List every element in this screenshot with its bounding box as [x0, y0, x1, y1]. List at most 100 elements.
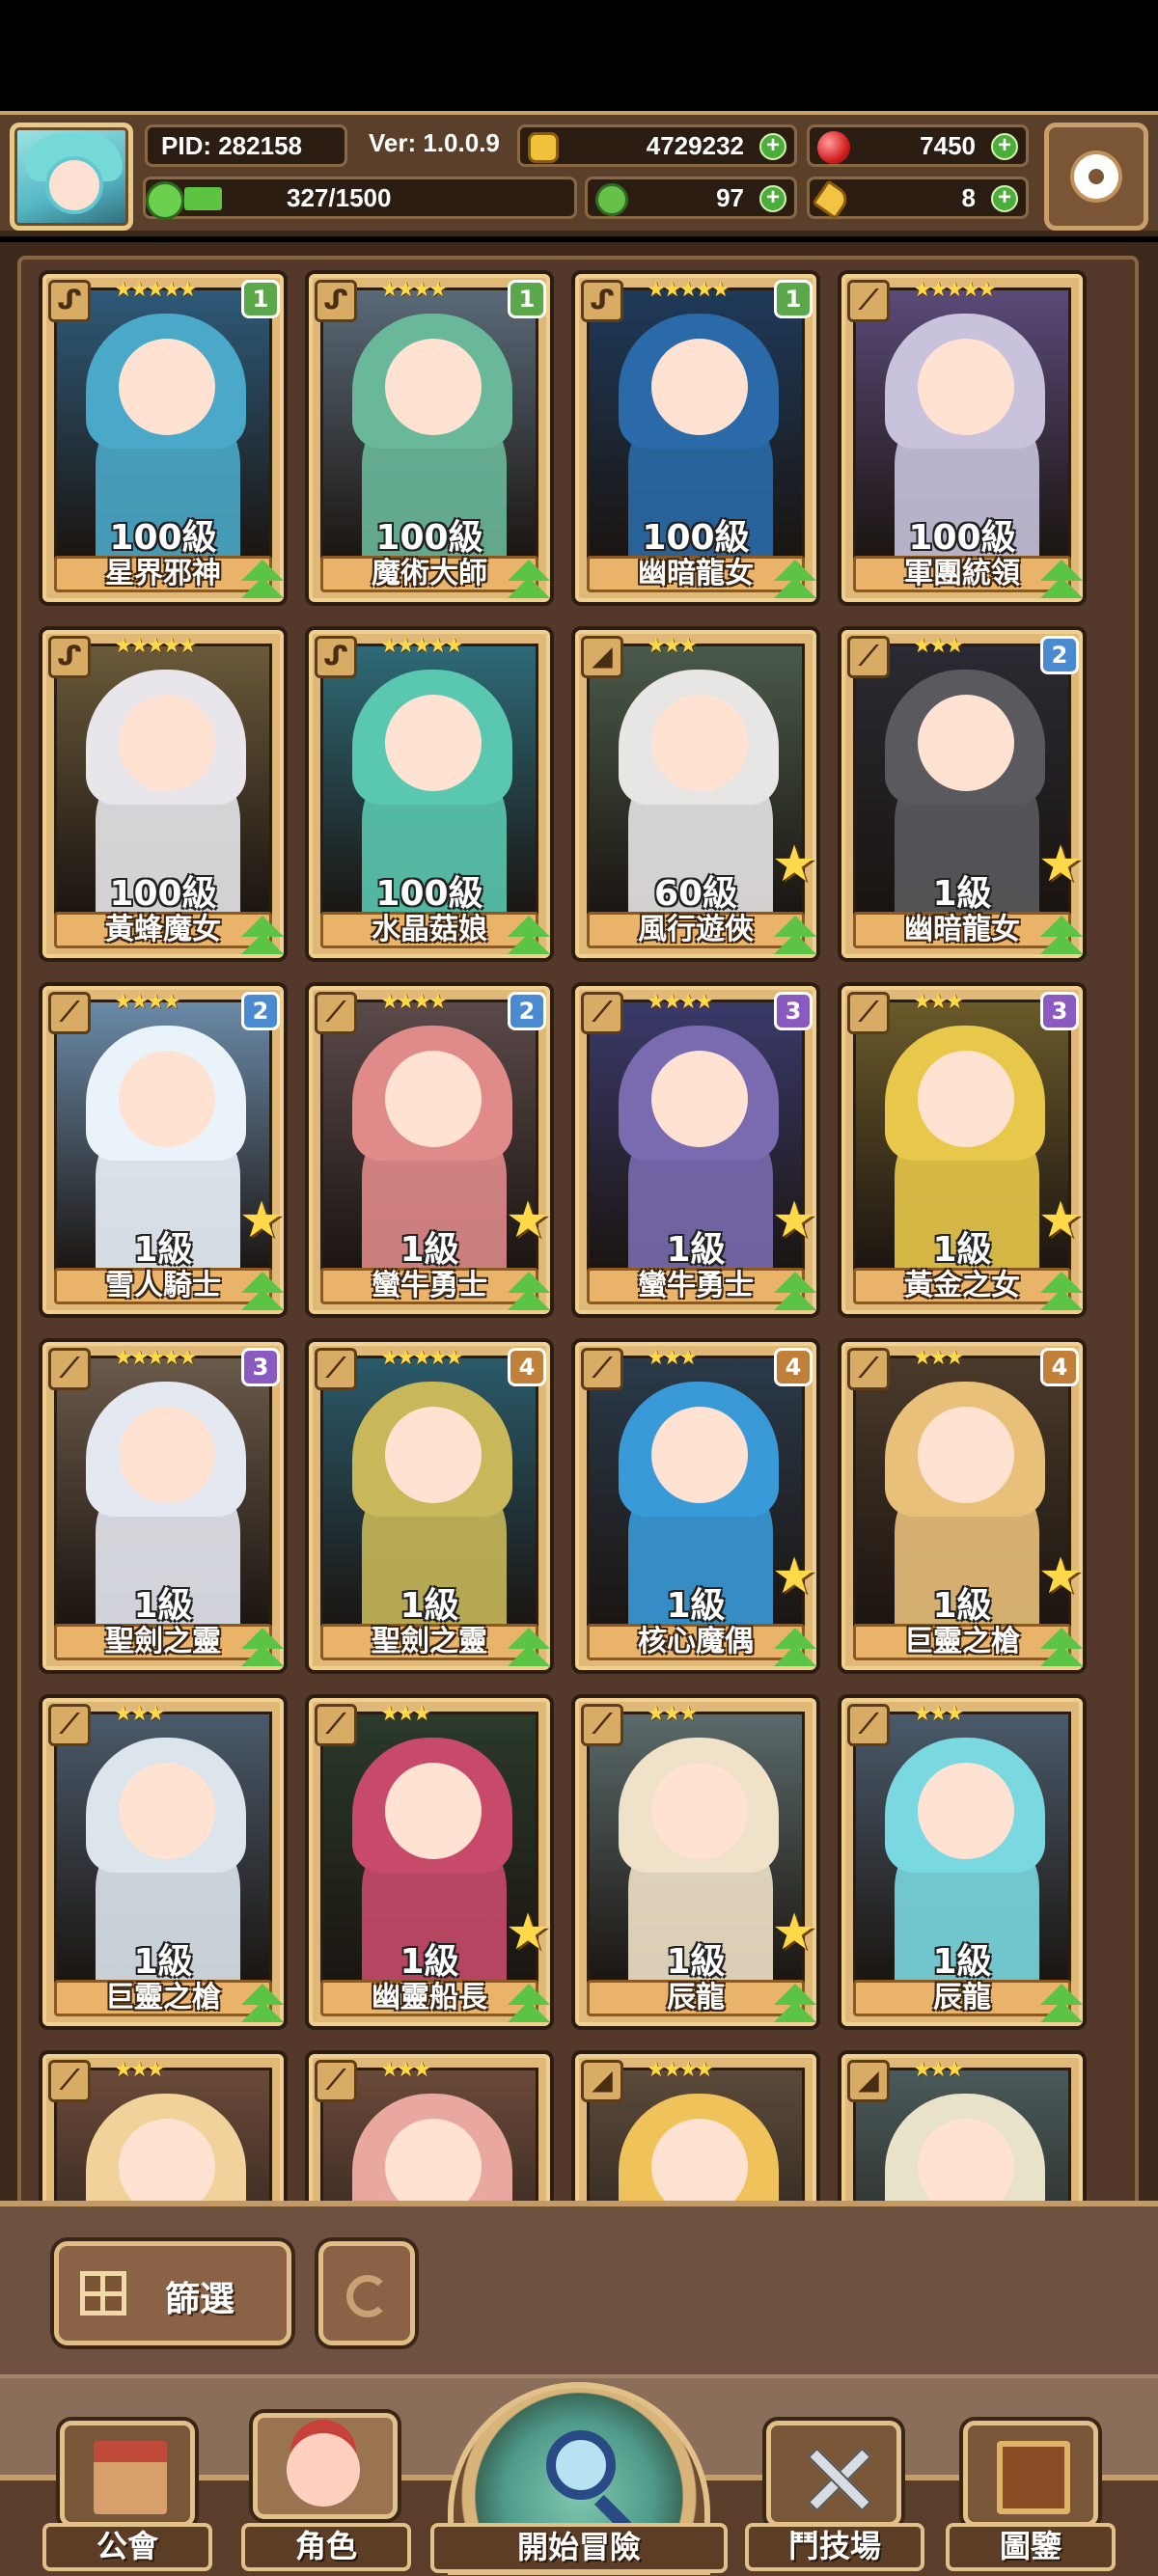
character-card[interactable]: ⟋ ★★★ 1級 辰龍 ★ — [575, 1698, 816, 2026]
player-header: PID: 282158 Ver: 1.0.0.9 4729232 + 7450 … — [0, 111, 1158, 236]
character-level: 100級 — [375, 518, 483, 558]
character-level: 100級 — [375, 874, 483, 914]
character-card[interactable]: ⟋ ★★★ 1級 辰龍 — [841, 1698, 1083, 2026]
magnifier-icon — [546, 2430, 616, 2500]
star-upgrade-icon: ★ — [771, 1904, 817, 1961]
character-face-icon — [287, 2433, 360, 2507]
portrait-face — [119, 1763, 215, 1859]
start-adventure-label[interactable]: 開始冒險 — [430, 2523, 728, 2573]
rarity-stars: ★★★★★ — [114, 278, 198, 302]
gem-value: 7450 — [920, 131, 976, 160]
level-up-arrow-icon — [770, 1272, 820, 1314]
pid-label: PID: 282158 — [161, 131, 302, 160]
portrait-face — [385, 695, 482, 791]
energy-value: 327/1500 — [287, 183, 392, 212]
rarity-stars: ★★★★★ — [380, 1346, 464, 1370]
rank-badge: 4 — [1040, 1348, 1079, 1386]
nav-role-button[interactable] — [253, 2413, 398, 2519]
character-card[interactable]: ᔑ ★★★★★ 1 100級 星界邪神 — [42, 274, 284, 602]
portrait-face — [651, 339, 748, 435]
portrait-face — [385, 1407, 482, 1503]
level-up-arrow-icon — [1036, 560, 1087, 602]
rarity-stars: ★★★★★ — [647, 278, 731, 302]
character-card[interactable]: ⟋ ★★★★ 2 1級 蠻牛勇士 ★ — [309, 986, 550, 1314]
nav-guild-label[interactable]: 公會 — [42, 2523, 212, 2571]
character-level: 100級 — [908, 518, 1016, 558]
rarity-stars: ★★★ — [380, 2058, 431, 2082]
character-card[interactable]: ⟋ ★★★ 3 1級 黃金之女 ★ — [841, 986, 1083, 1314]
character-card[interactable]: ⟋ ★★★ — [309, 2054, 550, 2201]
level-up-arrow-icon — [504, 560, 554, 602]
level-up-arrow-icon — [237, 1628, 288, 1670]
portrait-face — [918, 695, 1014, 791]
rarity-stars: ★★★★ — [647, 990, 714, 1014]
character-card[interactable]: ◢ ★★★ — [841, 2054, 1083, 2201]
portrait-face — [119, 1407, 215, 1503]
sword-icon: ⟋ — [48, 2060, 91, 2102]
level-up-arrow-icon — [504, 1984, 554, 2026]
character-card[interactable]: ᔑ ★★★★★ 1 100級 幽暗龍女 — [575, 274, 816, 602]
rank-badge: 2 — [508, 992, 546, 1030]
nav-codex-button[interactable] — [963, 2421, 1098, 2527]
character-grid-area[interactable]: ᔑ ★★★★★ 1 100級 星界邪神 ᔑ ★★★★ 1 100級 魔術大師 ᔑ ★★★★★ 1 100級… — [0, 242, 1158, 2201]
version-label: Ver: 1.0.0.9 — [369, 128, 500, 157]
character-card[interactable]: ⟋ ★★★★★ 4 1級 聖劍之靈 — [309, 1342, 550, 1670]
rank-badge: 4 — [774, 1348, 813, 1386]
key-counter: 8 + — [807, 177, 1029, 220]
character-card[interactable]: ⟋ ★★★ — [42, 2054, 284, 2201]
character-card[interactable]: ⟋ ★★★ 2 1級 幽暗龍女 ★ — [841, 630, 1083, 958]
key-icon — [812, 179, 852, 220]
level-up-arrow-icon — [770, 916, 820, 958]
character-card[interactable]: ᔑ ★★★★★ 100級 水晶菇娘 — [309, 630, 550, 958]
key-value: 8 — [961, 183, 976, 212]
nav-arena-button[interactable] — [766, 2421, 901, 2527]
add-gold-button[interactable]: + — [759, 133, 786, 160]
portrait-face — [651, 1763, 748, 1859]
character-card[interactable]: ⟋ ★★★★★ 100級 軍團統領 — [841, 274, 1083, 602]
add-clover-button[interactable]: + — [759, 185, 786, 212]
character-card[interactable]: ⟋ ★★★ 1級 幽靈船長 ★ — [309, 1698, 550, 2026]
level-up-arrow-icon — [1036, 1628, 1087, 1670]
filter-grid-icon — [80, 2271, 126, 2316]
character-card[interactable]: ⟋ ★★★★ 2 1級 雪人騎士 ★ — [42, 986, 284, 1314]
player-avatar[interactable] — [10, 123, 133, 231]
nav-codex-label[interactable]: 圖鑒 — [946, 2523, 1116, 2571]
character-card[interactable]: ⟋ ★★★ 1級 巨靈之槍 — [42, 1698, 284, 2026]
level-up-arrow-icon — [770, 1628, 820, 1670]
star-upgrade-icon: ★ — [505, 1904, 551, 1961]
nav-arena-label[interactable]: 鬥技場 — [745, 2523, 924, 2571]
character-card[interactable]: ⟋ ★★★ 4 1級 核心魔偶 ★ — [575, 1342, 816, 1670]
refresh-button[interactable] — [318, 2241, 415, 2345]
energy-clover-icon — [146, 181, 184, 220]
character-card[interactable]: ⟋ ★★★ 4 1級 巨靈之槍 ★ — [841, 1342, 1083, 1670]
filter-button[interactable]: 篩選 — [54, 2241, 291, 2345]
star-upgrade-icon: ★ — [771, 836, 817, 893]
rank-badge: 3 — [1040, 992, 1079, 1030]
add-gem-button[interactable]: + — [991, 133, 1018, 160]
gold-value: 4729232 — [646, 131, 744, 160]
nav-role-label[interactable]: 角色 — [241, 2523, 411, 2571]
clover-value: 97 — [716, 183, 744, 212]
level-up-arrow-icon — [237, 1272, 288, 1314]
character-level: 100級 — [109, 518, 217, 558]
character-card[interactable]: ⟋ ★★★★ 3 1級 蠻牛勇士 ★ — [575, 986, 816, 1314]
resource-panel: PID: 282158 Ver: 1.0.0.9 4729232 + 7450 … — [143, 124, 1033, 229]
character-card[interactable]: ◢ ★★★ 60級 風行遊俠 ★ — [575, 630, 816, 958]
character-grid-frame: ᔑ ★★★★★ 1 100級 星界邪神 ᔑ ★★★★ 1 100級 魔術大師 ᔑ ★★★★★ 1 100級… — [17, 256, 1139, 2201]
star-upgrade-icon: ★ — [1037, 1192, 1084, 1249]
character-card[interactable]: ◢ ★★★★ — [575, 2054, 816, 2201]
rarity-stars: ★★★ — [647, 1346, 698, 1370]
character-card[interactable]: ᔑ ★★★★ 1 100級 魔術大師 — [309, 274, 550, 602]
pid-display: PID: 282158 — [145, 124, 347, 167]
star-upgrade-icon: ★ — [1037, 1548, 1084, 1605]
nav-guild-button[interactable] — [60, 2421, 195, 2527]
character-card[interactable]: ᔑ ★★★★★ 100級 黃蜂魔女 — [42, 630, 284, 958]
add-key-button[interactable]: + — [991, 185, 1018, 212]
rarity-stars: ★★★ — [913, 990, 964, 1014]
character-card[interactable]: ⟋ ★★★★★ 3 1級 聖劍之靈 — [42, 1342, 284, 1670]
sword-icon: ⟋ — [847, 992, 890, 1034]
rarity-stars: ★★★★★ — [380, 634, 464, 658]
portrait-face — [119, 1051, 215, 1147]
portrait-face — [119, 339, 215, 435]
settings-button[interactable] — [1044, 123, 1148, 231]
